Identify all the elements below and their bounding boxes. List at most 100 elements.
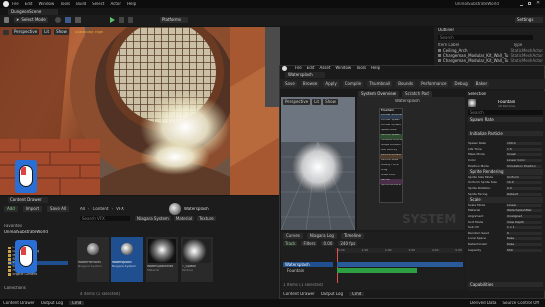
niagara-save-button[interactable]: Save: [283, 81, 297, 87]
select-mode-button[interactable]: ➤ Select Mode: [14, 17, 48, 23]
timeline-emitter-bar[interactable]: [337, 268, 417, 273]
niagara-menu-asset[interactable]: Asset: [319, 66, 330, 70]
cmd-input[interactable]: Cmd: [69, 301, 85, 305]
asset-tile[interactable]: WaterParticles Niagara System: [77, 237, 109, 282]
niagara-bounds-button[interactable]: Bounds: [396, 81, 416, 87]
asset-tile[interactable]: T_Splash Texture: [181, 237, 213, 282]
timeline-system-bar[interactable]: [337, 262, 463, 267]
collections-header[interactable]: Collections: [4, 286, 26, 290]
node-row[interactable]: Sprite Renderer: [380, 184, 402, 189]
outliner-search[interactable]: Search: [438, 35, 533, 40]
output-log-button[interactable]: Output Log: [41, 301, 63, 305]
property-value[interactable]: 1 x 1: [506, 226, 542, 230]
breadcrumb-item[interactable]: Content: [93, 207, 109, 211]
outliner-tab[interactable]: Outliner: [438, 28, 454, 32]
niagara-menu-edit[interactable]: Edit: [307, 66, 315, 70]
niagara-content-drawer-button[interactable]: Content Drawer: [283, 292, 315, 296]
viewport-lit[interactable]: Lit: [42, 29, 52, 35]
section-spawn-rate[interactable]: Spawn Rate: [468, 117, 543, 122]
menu-tools[interactable]: Tools: [60, 2, 70, 6]
details-footer[interactable]: Capabilities: [468, 282, 543, 287]
niagara-menu-tools[interactable]: Tools: [356, 66, 366, 70]
property-value[interactable]: 1.5: [506, 147, 542, 151]
tab-niagara-log[interactable]: Niagara Log: [306, 233, 337, 239]
outliner-header-type[interactable]: Type: [513, 43, 522, 47]
filter-chip[interactable]: Material: [173, 216, 195, 221]
fps-field[interactable]: 240 fps: [338, 241, 358, 246]
settings-button[interactable]: Settings: [515, 17, 543, 23]
niagara-debug-button[interactable]: Debug: [452, 81, 470, 87]
viewport-show[interactable]: Show: [54, 29, 69, 35]
favorites-header[interactable]: Favorites: [4, 224, 22, 228]
property-value[interactable]: Simulation Position: [506, 164, 542, 168]
menu-file[interactable]: File: [12, 2, 19, 6]
selection-tab[interactable]: Selection: [468, 92, 486, 96]
asset-tile[interactable]: WaterSplashMat Material: [146, 237, 178, 282]
preview-show[interactable]: Show: [323, 99, 338, 105]
stop-icon[interactable]: [128, 17, 133, 23]
niagara-browse-button[interactable]: Browse: [300, 81, 320, 87]
property-value[interactable]: View Depth: [506, 220, 542, 224]
property-value[interactable]: 0: [506, 231, 542, 235]
filters-button[interactable]: Filters: [301, 241, 318, 246]
content-drawer-button[interactable]: Content Drawer: [3, 301, 35, 305]
minimize-icon[interactable]: [520, 4, 523, 6]
tab-curves[interactable]: Curves: [283, 233, 303, 239]
folder-item[interactable]: Engine Content: [8, 273, 68, 277]
play-icon[interactable]: [110, 17, 115, 23]
niagara-menu-file[interactable]: File: [295, 66, 302, 70]
niagara-thumbnail-button[interactable]: Thumbnail: [367, 81, 393, 87]
cinematics-icon[interactable]: [75, 17, 81, 23]
menu-help[interactable]: Help: [127, 2, 136, 6]
list-item[interactable]: Chargeman_Modular_Kit_Wall_Tu StaticMeshA…: [438, 58, 543, 63]
menu-build[interactable]: Build: [76, 2, 86, 6]
content-drawer-tab[interactable]: Content Drawer: [8, 197, 48, 203]
preview-lit[interactable]: Lit: [312, 99, 322, 105]
menu-actor[interactable]: Actor: [110, 2, 121, 6]
level-viewport[interactable]: [0, 27, 280, 195]
property-value[interactable]: WaterSplashMat: [506, 209, 542, 213]
skip-icon[interactable]: [119, 17, 124, 23]
property-value[interactable]: false: [506, 237, 542, 241]
property-value[interactable]: false: [506, 242, 542, 246]
blueprint-icon[interactable]: [65, 17, 71, 23]
property-value[interactable]: Uniform: [506, 175, 542, 179]
property-value[interactable]: 100.0: [506, 142, 542, 146]
system-overview-graph[interactable]: [357, 97, 465, 230]
save-all-button[interactable]: Save All: [47, 206, 70, 212]
tab-timeline[interactable]: Timeline: [340, 233, 364, 239]
import-button[interactable]: Import: [22, 206, 43, 212]
property-value[interactable]: Linear Color: [506, 159, 542, 163]
add-actor-icon[interactable]: [55, 17, 61, 23]
timeline-system-row[interactable]: Watersplash: [283, 262, 333, 267]
project-root[interactable]: UnrealSubstrateWorld: [4, 230, 48, 234]
menu-edit[interactable]: Edit: [25, 2, 33, 6]
breadcrumb-item[interactable]: VFX: [116, 207, 124, 211]
outliner-header-label[interactable]: Item Label: [438, 43, 513, 47]
niagara-compile-button[interactable]: Compile: [342, 81, 364, 87]
property-value[interactable]: Unset: [506, 153, 542, 157]
niagara-preview-viewport[interactable]: [281, 97, 355, 230]
close-icon[interactable]: ✕: [536, 1, 540, 6]
property-value[interactable]: Default: [506, 192, 542, 196]
niagara-cmd-input[interactable]: Cmd: [349, 292, 365, 296]
timeline-emitter-row[interactable]: Fountain: [283, 268, 333, 273]
menu-select[interactable]: Select: [92, 2, 104, 6]
details-search[interactable]: Search: [468, 110, 543, 115]
property-value[interactable]: Unaligned: [506, 215, 542, 219]
property-value[interactable]: 500: [506, 248, 542, 252]
niagara-performance-button[interactable]: Performance: [419, 81, 449, 87]
niagara-asset-tab[interactable]: Watersplash: [285, 72, 325, 78]
content-search[interactable]: Search VFX: [80, 216, 130, 221]
property-value[interactable]: Linear: [506, 203, 542, 207]
section-initialize[interactable]: Initialize Particle: [468, 131, 543, 136]
menu-window[interactable]: Window: [38, 2, 54, 6]
viewport-perspective[interactable]: Perspective: [12, 29, 40, 35]
source-control-button[interactable]: Source Control Off: [503, 301, 540, 305]
niagara-menu-window[interactable]: Window: [335, 66, 351, 70]
derived-data-button[interactable]: Derived Data: [470, 301, 497, 305]
platforms-button[interactable]: Platforms: [160, 17, 188, 23]
property-value[interactable]: 0.0: [506, 187, 542, 191]
breadcrumb-item[interactable]: All: [80, 207, 85, 211]
time-field[interactable]: 0.00: [321, 241, 335, 246]
